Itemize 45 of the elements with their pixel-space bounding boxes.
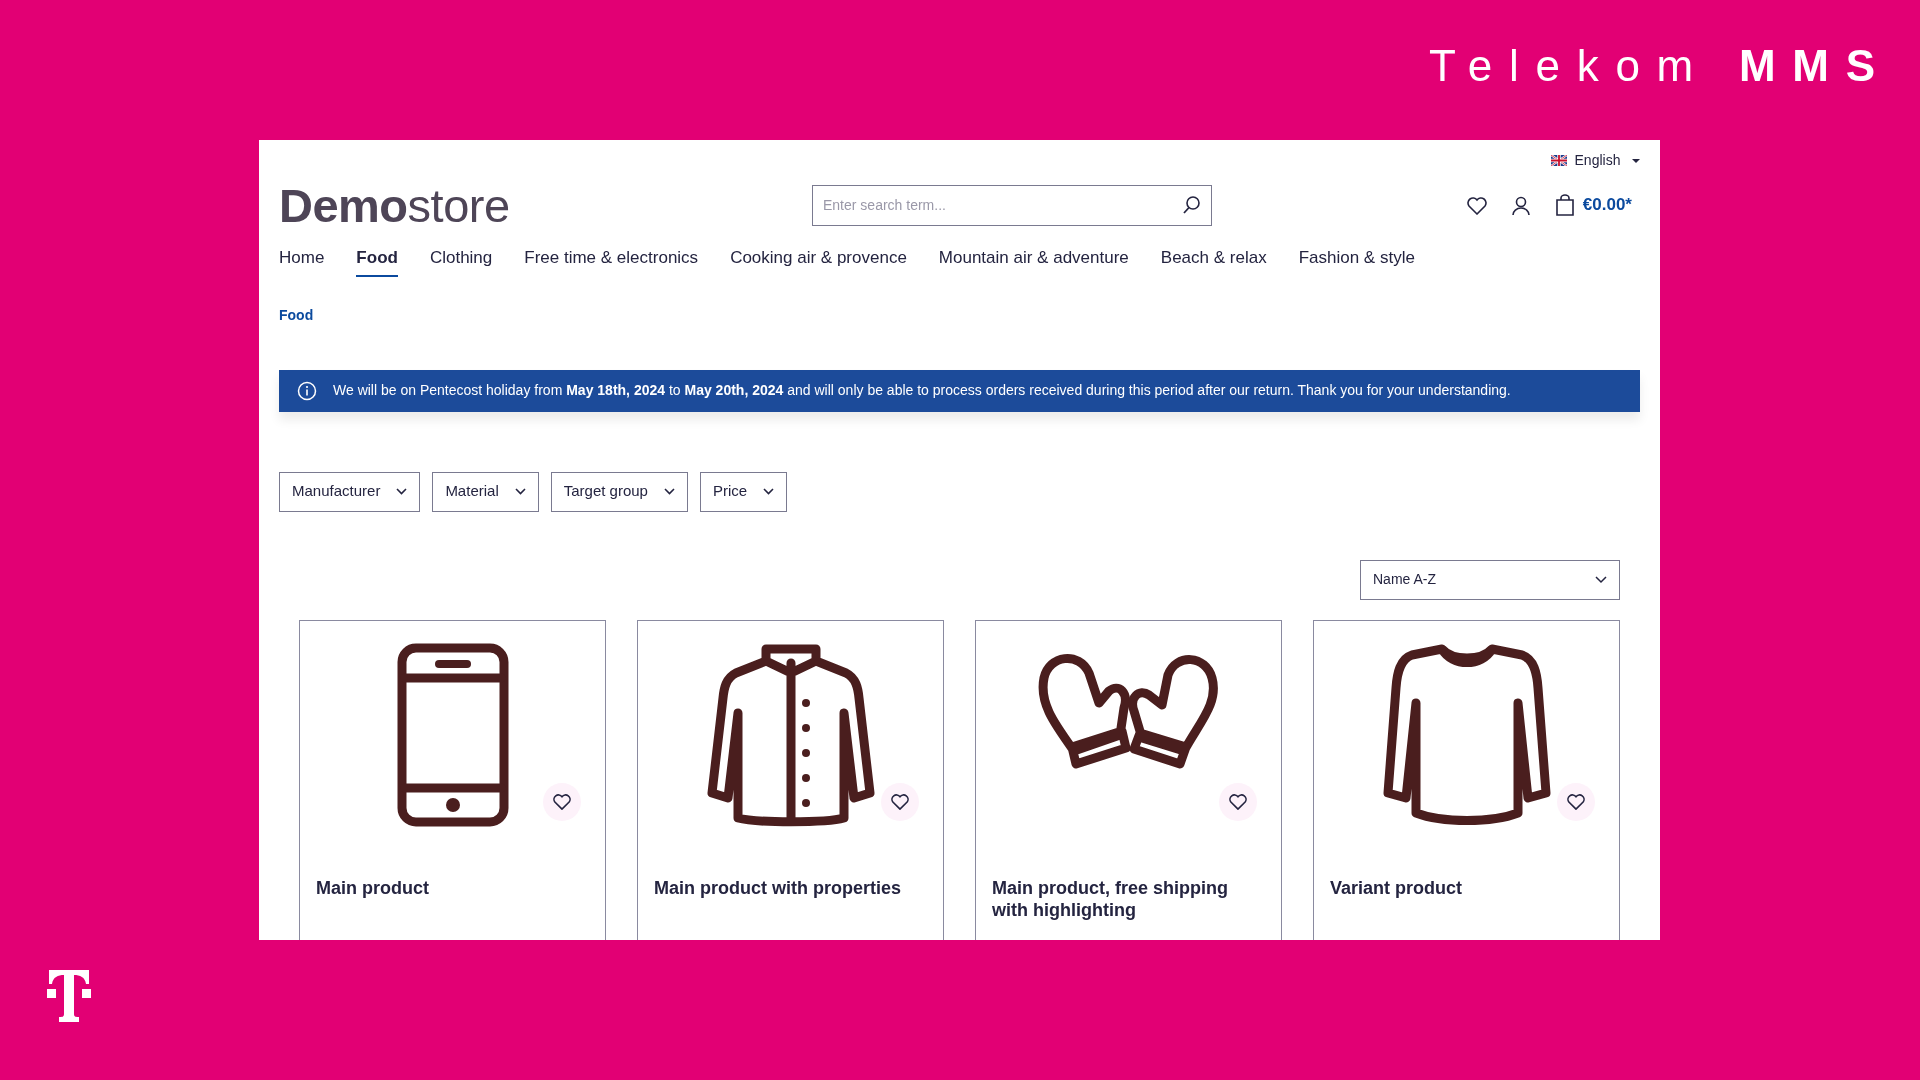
nav-tab[interactable]: Home xyxy=(279,241,325,277)
store-logo[interactable]: Demostore xyxy=(279,178,510,232)
flag-icon xyxy=(1550,155,1567,166)
wishlist-button[interactable] xyxy=(543,782,581,821)
filter-dropdown[interactable]: Target group xyxy=(550,471,688,512)
nav-tab[interactable]: Free time & electronics xyxy=(524,241,699,277)
search-icon[interactable] xyxy=(1182,194,1202,215)
cart-icon[interactable] xyxy=(1554,194,1575,216)
chevron-icon xyxy=(514,488,526,495)
filter-dropdown[interactable]: Material xyxy=(432,471,539,512)
search-field[interactable]: Enter search term... xyxy=(812,184,1212,226)
nav-tab[interactable]: Cooking air & provence xyxy=(730,241,907,277)
product-name[interactable]: Variant product xyxy=(1314,876,1619,899)
chevron-icon xyxy=(396,488,408,495)
filter-dropdown[interactable]: Price xyxy=(699,471,788,512)
heart-icon xyxy=(1567,793,1585,810)
heart-icon xyxy=(1229,793,1247,810)
nav-tab[interactable]: Beach & relax xyxy=(1160,241,1267,277)
wishlist-button[interactable] xyxy=(1219,782,1257,821)
filter-dropdown[interactable]: Manufacturer xyxy=(279,471,421,512)
notice-text: We will be on Pentecost holiday from May 18th, 2024 to May 20th, 2024 and will only be able to process orders received during this period after our return. Thank you for your understanding. xyxy=(333,381,1511,400)
chevron-icon xyxy=(1595,575,1607,584)
heart-icon xyxy=(553,793,571,810)
product-name[interactable]: Main product, free shipping with highlighting xyxy=(976,876,1281,922)
sweater-icon xyxy=(1381,642,1552,827)
jacket-icon xyxy=(705,642,876,827)
nav-tab[interactable]: Clothing xyxy=(429,241,493,277)
info-icon xyxy=(297,380,317,401)
product-name[interactable]: Main product with properties xyxy=(638,876,943,899)
language-selector[interactable]: English xyxy=(1550,144,1640,177)
wishlist-button[interactable] xyxy=(881,782,919,821)
nav-tab[interactable]: Fashion & style xyxy=(1298,241,1415,277)
wishlist-button[interactable] xyxy=(1557,782,1595,821)
cart-total[interactable]: €0.00* xyxy=(1582,192,1632,218)
sort-select[interactable]: Name A-Z xyxy=(1360,559,1620,600)
nav-tab[interactable]: Mountain air & adventure xyxy=(938,241,1129,277)
breadcrumb-link[interactable]: Food xyxy=(279,304,314,326)
product-name[interactable]: Main product xyxy=(300,876,605,899)
chevron-icon xyxy=(763,488,775,495)
phone-icon xyxy=(396,642,509,827)
chevron-icon xyxy=(663,488,675,495)
logo-icon xyxy=(47,970,91,1022)
heart-icon xyxy=(891,793,909,810)
nav-tab[interactable]: Food xyxy=(356,241,398,277)
brand-name: Telekom MMS xyxy=(1429,44,1892,92)
